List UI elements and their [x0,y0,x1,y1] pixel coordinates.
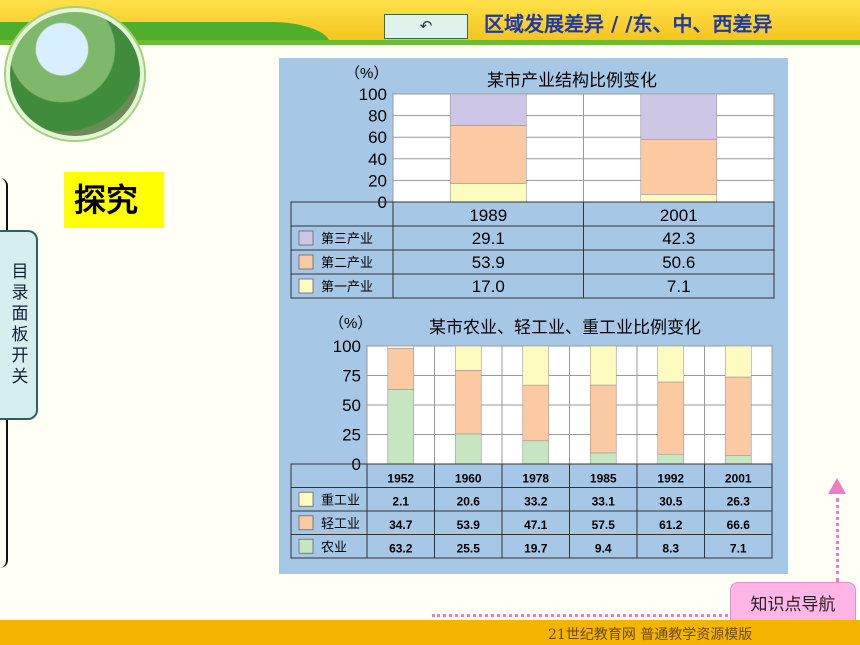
bar-segment [640,139,718,195]
page-title: 区域发展差异 / /东、中、西差异 [484,12,773,36]
data-label: 66.6 [727,518,751,532]
bar-segment [589,452,617,465]
category-label: 1992 [657,472,684,486]
back-icon: ↶ [419,17,433,35]
category-label: 1960 [455,472,482,486]
charts-svg: 100806040200某市产业结构比例变化（%）1989 2001第三产业 29.… [290,65,775,559]
data-label: 9.4 [595,541,612,555]
y-tick-label: 40 [368,150,387,169]
data-label: 30.5 [659,494,683,508]
legend-swatch [298,538,314,554]
bar-segment [454,433,482,465]
bar-segment [387,389,415,465]
legend-label: 重工业 [321,492,360,507]
y-tick-label: 100 [359,85,387,104]
back-button[interactable]: ↶ [384,14,468,39]
bar-segment [522,384,550,442]
y-tick-label: 80 [368,107,387,126]
legend-label: 第三产业 [321,231,373,246]
bar-segment [724,376,752,456]
data-label: 20.6 [457,494,481,508]
arrow-up-icon [828,478,846,494]
bar-segment [454,345,482,371]
y-tick-label: 20 [368,171,387,190]
bar-segment [449,183,527,203]
data-label: 47.1 [524,518,548,532]
bar-segment [640,194,718,203]
data-label: 50.6 [662,253,695,272]
data-label: 7.1 [730,541,747,555]
legend-swatch [298,230,314,246]
bar-segment [589,384,617,454]
y-tick-label: 25 [342,426,361,445]
chart-panel: 100 80 60 40 20 0 某市产业结构比例变化 （%） 1989 2001 第三产业 29.… [279,58,788,574]
data-label: 33.2 [524,494,548,508]
y-tick-label: 75 [342,367,361,386]
bar-segment [640,93,718,140]
bar-segment [454,370,482,435]
data-label: 2.1 [392,494,409,508]
chart-unit: （%） [345,65,388,82]
bar-segment [387,345,415,349]
data-label: 8.3 [662,541,679,555]
category-label: 1978 [522,472,549,486]
legend-swatch [298,515,314,531]
bar-segment [724,345,752,378]
directory-panel-toggle[interactable]: 目录面板开关 [0,230,38,420]
nav-dotted-line [432,614,728,617]
y-tick-label: 50 [342,396,361,415]
legend-swatch [298,254,314,270]
legend-label: 第一产业 [321,279,373,294]
category-label: 1952 [387,472,414,486]
data-label: 42.3 [662,229,695,248]
data-label: 34.7 [389,518,413,532]
bar-segment [657,345,685,383]
chart-title: 某市农业、轻工业、重工业比例变化 [429,318,701,337]
bar-segment [657,381,685,455]
data-label: 7.1 [667,277,691,296]
terrace-logo [6,8,144,140]
bar-segment [387,348,415,390]
y-tick-label: 100 [333,337,361,356]
explore-label: 探究 [64,172,164,228]
category-label: 2001 [660,206,698,225]
legend-swatch [298,278,314,294]
bar-segment [657,453,685,465]
bar-segment [724,455,752,465]
bar-segment [522,345,550,386]
data-label: 19.7 [524,541,548,555]
bar-segment [449,93,527,126]
chart-title: 某市产业结构比例变化 [487,71,657,90]
legend-swatch [298,491,314,507]
data-label: 57.5 [592,518,616,532]
data-label: 17.0 [472,277,505,296]
data-label: 53.9 [457,518,481,532]
bar-segment [522,440,550,465]
nav-dotted-vertical [836,498,839,582]
directory-panel-label: 目录面板开关 [7,262,28,388]
data-label: 53.9 [472,253,505,272]
footer-text: 21世纪教育网 普通教学资源模版 [548,627,753,643]
data-label: 25.5 [457,541,481,555]
bar-segment [589,345,617,386]
y-tick-label: 60 [368,128,387,147]
data-label: 63.2 [389,541,413,555]
data-label: 61.2 [659,518,683,532]
category-label: 1985 [590,472,617,486]
chart-unit: （%） [329,315,372,332]
bar-segment [449,125,527,184]
category-label: 1989 [469,206,507,225]
data-label: 33.1 [592,494,616,508]
legend-label: 农业 [321,539,347,554]
data-label: 26.3 [727,494,751,508]
legend-label: 第二产业 [321,255,373,270]
data-label: 29.1 [472,229,505,248]
category-label: 2001 [725,472,752,486]
legend-label: 轻工业 [321,516,360,531]
